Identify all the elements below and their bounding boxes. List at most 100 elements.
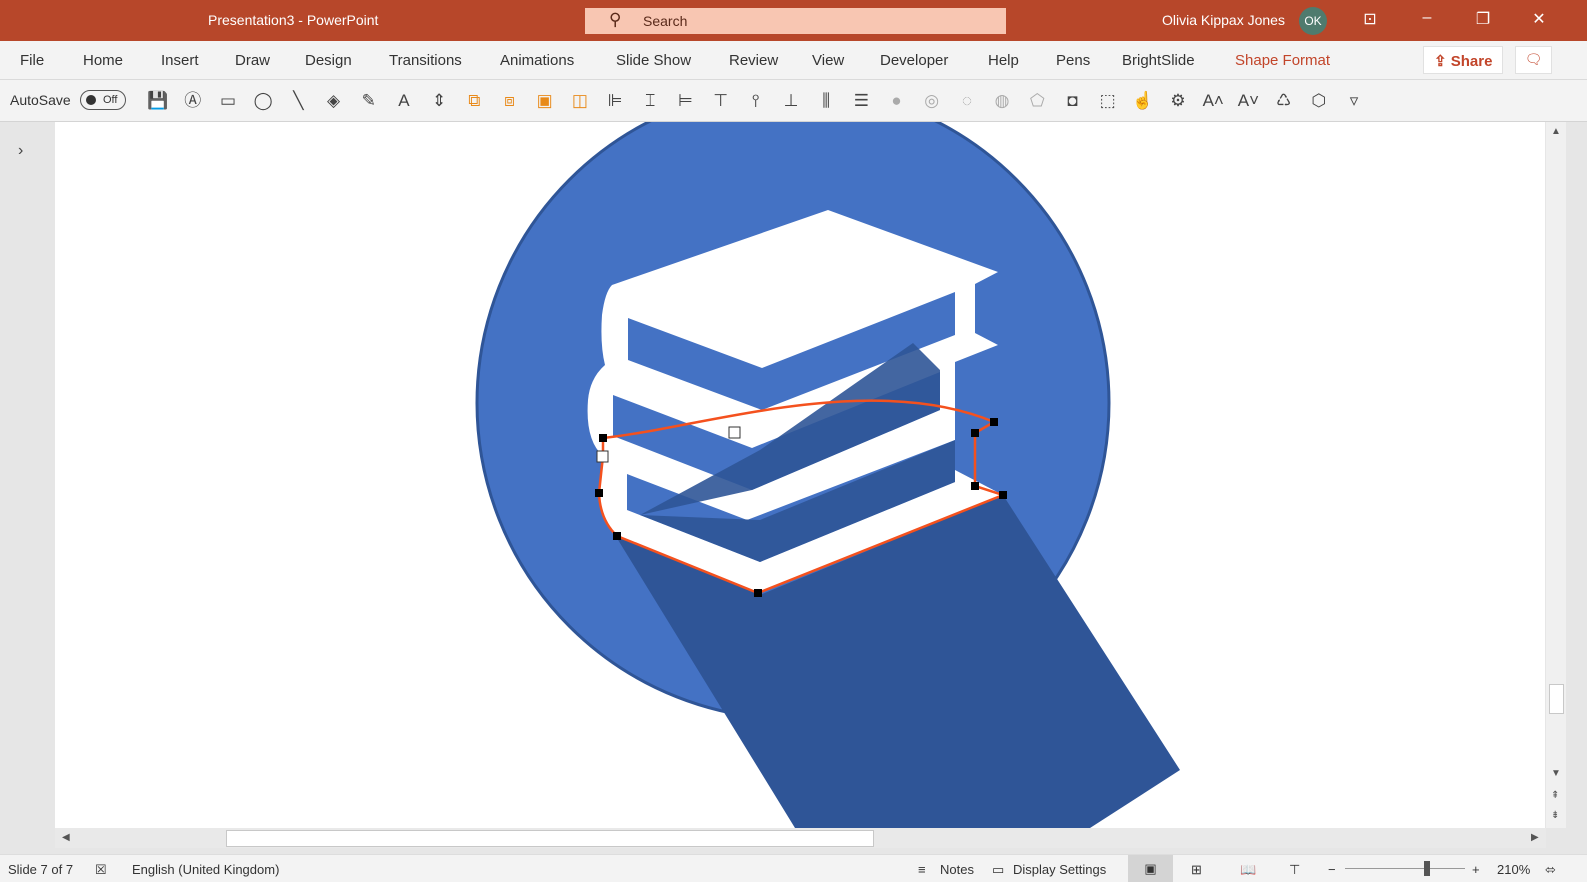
align-left-icon[interactable]: ⊫ <box>597 88 632 114</box>
font-color-icon[interactable]: A <box>386 88 421 114</box>
tab-shape-format[interactable]: Shape Format <box>1235 52 1330 69</box>
send-to-back-icon[interactable]: ◫ <box>562 88 597 114</box>
next-slide-icon[interactable]: ⇟ <box>1551 810 1559 821</box>
group-icon[interactable]: ⧈ <box>492 88 527 114</box>
ribbon-display-icon[interactable]: ⊡ <box>1355 9 1385 29</box>
vertical-scrollbar[interactable]: ▲ ▼ ⇞ ⇟ <box>1546 122 1566 828</box>
minimize-button[interactable]: – <box>1412 9 1442 27</box>
selection-pane-icon[interactable]: ⬚ <box>1090 88 1125 114</box>
close-button[interactable]: ✕ <box>1524 9 1554 29</box>
customize-toolbar-icon[interactable]: ▿ <box>1336 88 1371 114</box>
tab-slide-show[interactable]: Slide Show <box>616 52 691 69</box>
oval-icon[interactable]: ◯ <box>246 88 281 114</box>
search-input[interactable]: ⚲ Search <box>585 8 1006 34</box>
share-button[interactable]: ⇪ Share <box>1423 46 1503 74</box>
align-right-icon[interactable]: ⊨ <box>668 88 703 114</box>
rectangle-icon[interactable]: ▭ <box>210 88 245 114</box>
bezier-handle[interactable] <box>596 450 609 463</box>
edit-points-icon[interactable]: ⬠ <box>1020 88 1055 114</box>
previous-slide-icon[interactable]: ⇞ <box>1551 790 1559 801</box>
zoom-out-icon[interactable]: − <box>1328 862 1336 877</box>
settings-icon[interactable]: ⚙ <box>1160 88 1195 114</box>
tab-review[interactable]: Review <box>729 52 778 69</box>
user-name[interactable]: Olivia Kippax Jones <box>1162 12 1285 28</box>
merge-union-icon[interactable]: ● <box>879 88 914 114</box>
normal-view-icon[interactable]: ▣ <box>1128 855 1173 882</box>
distribute-vertical-icon[interactable]: ☰ <box>844 88 879 114</box>
scroll-up-icon[interactable]: ▲ <box>1551 126 1561 137</box>
change-shape-icon[interactable]: ◘ <box>1055 88 1090 114</box>
recolor-icon[interactable]: ♺ <box>1266 88 1301 114</box>
scroll-left-icon[interactable]: ◀ <box>62 832 70 843</box>
expand-chevron-icon[interactable]: › <box>18 142 23 160</box>
vertical-scroll-thumb[interactable] <box>1549 684 1564 714</box>
decrease-font-icon[interactable]: A˅ <box>1231 88 1266 114</box>
comments-button[interactable]: 🗨 <box>1515 46 1552 74</box>
increase-font-icon[interactable]: A˄ <box>1196 88 1231 114</box>
zoom-level[interactable]: 210% <box>1497 862 1530 877</box>
display-settings-button[interactable]: Display Settings <box>1013 862 1106 877</box>
scroll-right-icon[interactable]: ▶ <box>1531 832 1539 843</box>
align-middle-icon[interactable]: ⫯ <box>738 88 773 114</box>
horizontal-scrollbar[interactable]: ◀ ▶ <box>55 828 1546 848</box>
zoom-slider-thumb[interactable] <box>1424 861 1430 876</box>
vertex-handle[interactable] <box>990 418 998 426</box>
tab-home[interactable]: Home <box>83 52 123 69</box>
slide-sorter-icon[interactable]: ⊞ <box>1191 862 1202 878</box>
share-label: Share <box>1450 53 1493 70</box>
vertex-handle[interactable] <box>595 489 603 497</box>
tab-animations[interactable]: Animations <box>500 52 574 69</box>
align-bottom-icon[interactable]: ⊥ <box>773 88 808 114</box>
slide-canvas[interactable] <box>55 122 1545 828</box>
notes-icon[interactable]: ≡ <box>918 862 926 877</box>
language-indicator[interactable]: English (United Kingdom) <box>132 862 279 877</box>
tab-insert[interactable]: Insert <box>161 52 199 69</box>
merge-combine-icon[interactable]: ◎ <box>914 88 949 114</box>
tab-brightslide[interactable]: BrightSlide <box>1122 52 1195 69</box>
vertex-handle[interactable] <box>971 482 979 490</box>
vertex-handle[interactable] <box>613 532 621 540</box>
slide-show-icon[interactable]: ⊤ <box>1289 862 1300 878</box>
autosave-toggle[interactable]: Off <box>80 90 126 110</box>
distribute-horizontal-icon[interactable]: ⫼ <box>809 88 844 114</box>
avatar[interactable]: OK <box>1299 7 1327 35</box>
vertex-handle[interactable] <box>599 434 607 442</box>
tab-transitions[interactable]: Transitions <box>389 52 462 69</box>
zoom-slider[interactable] <box>1345 868 1465 869</box>
line-icon[interactable]: ╲ <box>281 88 316 114</box>
align-top-icon[interactable]: ⊤ <box>703 88 738 114</box>
tab-file[interactable]: File <box>20 52 44 69</box>
bring-to-front-icon[interactable]: ▣ <box>527 88 562 114</box>
touch-mode-icon[interactable]: ☝ <box>1125 88 1160 114</box>
vertex-handle[interactable] <box>971 429 979 437</box>
text-box-icon[interactable]: Ⓐ <box>175 88 210 114</box>
resize-icon[interactable]: ⇕ <box>422 88 457 114</box>
fit-to-window-icon[interactable]: ⬄ <box>1545 862 1556 878</box>
zoom-in-icon[interactable]: + <box>1472 862 1480 877</box>
edit-shape-icon[interactable]: ⬡ <box>1301 88 1336 114</box>
restore-button[interactable]: ❐ <box>1468 9 1498 29</box>
align-center-icon[interactable]: ⌶ <box>633 88 668 114</box>
bezier-handle[interactable] <box>728 426 741 439</box>
shape-outline-icon[interactable]: ✎ <box>351 88 386 114</box>
tab-draw[interactable]: Draw <box>235 52 270 69</box>
ribbon-tabs: File Home Insert Draw Design Transitions… <box>0 41 1587 80</box>
vertex-handle[interactable] <box>999 491 1007 499</box>
merge-intersect-icon[interactable]: ◍ <box>985 88 1020 114</box>
tab-pens[interactable]: Pens <box>1056 52 1090 69</box>
tab-view[interactable]: View <box>812 52 844 69</box>
reading-view-icon[interactable]: 📖 <box>1240 862 1256 878</box>
horizontal-scroll-thumb[interactable] <box>226 830 874 847</box>
scroll-down-icon[interactable]: ▼ <box>1551 768 1561 779</box>
bring-forward-icon[interactable]: ⧉ <box>457 88 492 114</box>
tab-developer[interactable]: Developer <box>880 52 948 69</box>
accessibility-icon[interactable]: ☒ <box>95 862 107 878</box>
notes-button[interactable]: Notes <box>940 862 974 877</box>
tab-design[interactable]: Design <box>305 52 352 69</box>
shape-fill-icon[interactable]: ◈ <box>316 88 351 114</box>
vertex-handle[interactable] <box>754 589 762 597</box>
tab-help[interactable]: Help <box>988 52 1019 69</box>
display-settings-icon[interactable]: ▭ <box>992 862 1004 878</box>
save-icon[interactable]: 💾 <box>140 88 175 114</box>
merge-fragment-icon[interactable]: ◌ <box>949 88 984 114</box>
